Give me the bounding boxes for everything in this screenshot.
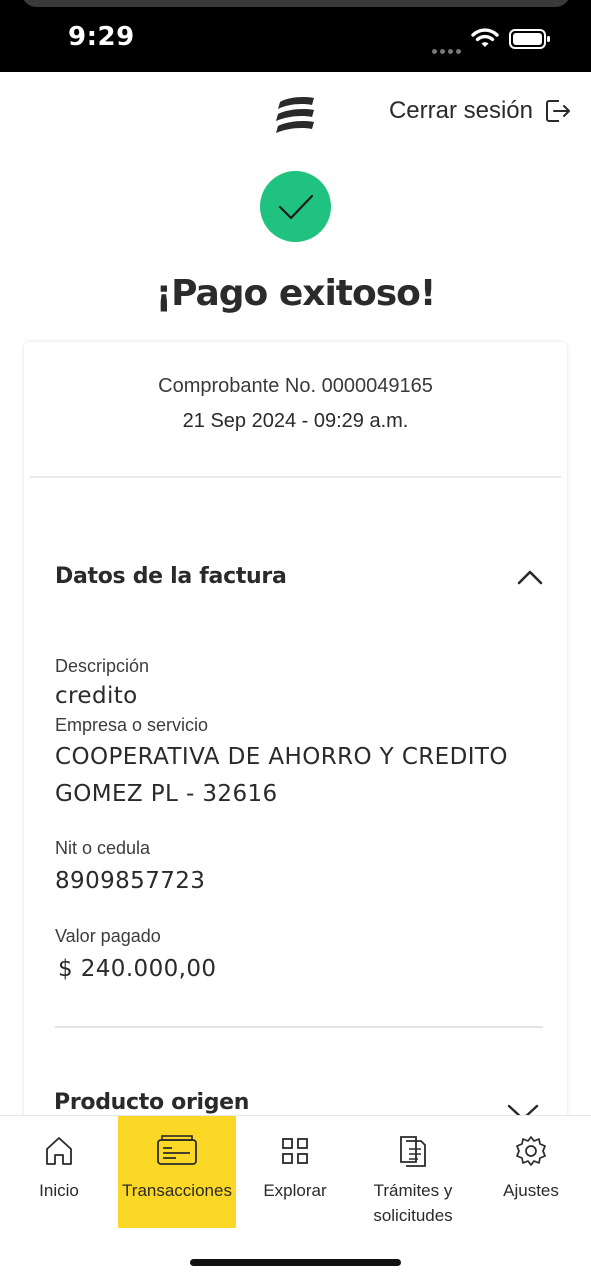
nav-label: Ajustes	[503, 1181, 559, 1200]
status-bar: 9:29	[0, 0, 591, 72]
divider	[30, 476, 561, 478]
receipt-number: Comprobante No. 0000049165	[158, 375, 433, 397]
amount-value: $ 240.000,00	[58, 956, 217, 982]
logout-icon	[546, 100, 570, 122]
status-time: 9:29	[68, 22, 135, 52]
nit-value: 8909857723	[55, 868, 206, 894]
nit-label: Nit o cedula	[55, 838, 151, 858]
success-check-icon	[260, 171, 331, 242]
logout-button[interactable]: Cerrar sesión	[389, 96, 571, 126]
battery-icon	[509, 29, 550, 49]
home-icon	[46, 1137, 72, 1165]
status-bar-notch	[22, 0, 570, 7]
amount-label: Valor pagado	[55, 926, 161, 946]
company-value-line1: COOPERATIVA DE AHORRO Y CREDITO	[55, 744, 508, 770]
invoice-section-title[interactable]: Datos de la factura	[55, 564, 287, 589]
home-indicator[interactable]	[190, 1259, 401, 1266]
description-value: credito	[55, 683, 138, 709]
bank-logo-icon	[276, 97, 314, 133]
nav-label: Transacciones	[122, 1181, 232, 1200]
nav-label: Explorar	[263, 1181, 327, 1200]
nav-label: Trámites y solicitudes	[373, 1181, 453, 1225]
company-label: Empresa o servicio	[55, 715, 209, 735]
nav-item-inicio[interactable]: Inicio	[18, 1116, 100, 1228]
company-value-line2: GOMEZ PL - 32616	[55, 781, 278, 807]
nav-item-transacciones[interactable]: Transacciones	[118, 1116, 236, 1228]
nav-item-tramites[interactable]: Trámites y solicitudes	[358, 1116, 468, 1228]
success-title: ¡Pago exitoso!	[155, 273, 437, 314]
divider	[55, 1026, 543, 1028]
nav-item-ajustes[interactable]: Ajustes	[490, 1116, 572, 1228]
logout-label: Cerrar sesión	[388, 97, 533, 124]
grid-icon	[282, 1138, 308, 1164]
nav-item-explorar[interactable]: Explorar	[250, 1116, 340, 1228]
card-icon	[157, 1135, 197, 1165]
description-label: Descripción	[55, 656, 150, 676]
app-header: Cerrar sesión	[0, 72, 591, 152]
nav-label: Inicio	[39, 1181, 79, 1200]
receipt-datetime: 21 Sep 2024 - 09:29 a.m.	[182, 410, 409, 432]
documents-icon	[400, 1136, 426, 1167]
product-section-title[interactable]: Producto origen	[54, 1090, 249, 1115]
receipt-card: Comprobante No. 0000049165 21 Sep 2024 -…	[24, 342, 567, 1142]
chevron-up-icon[interactable]	[516, 568, 544, 586]
gear-icon	[516, 1136, 546, 1166]
wifi-icon	[471, 28, 499, 47]
signal-dots-icon	[432, 39, 464, 54]
bottom-nav: Inicio Transacciones Explorar Trámites y…	[0, 1115, 591, 1280]
